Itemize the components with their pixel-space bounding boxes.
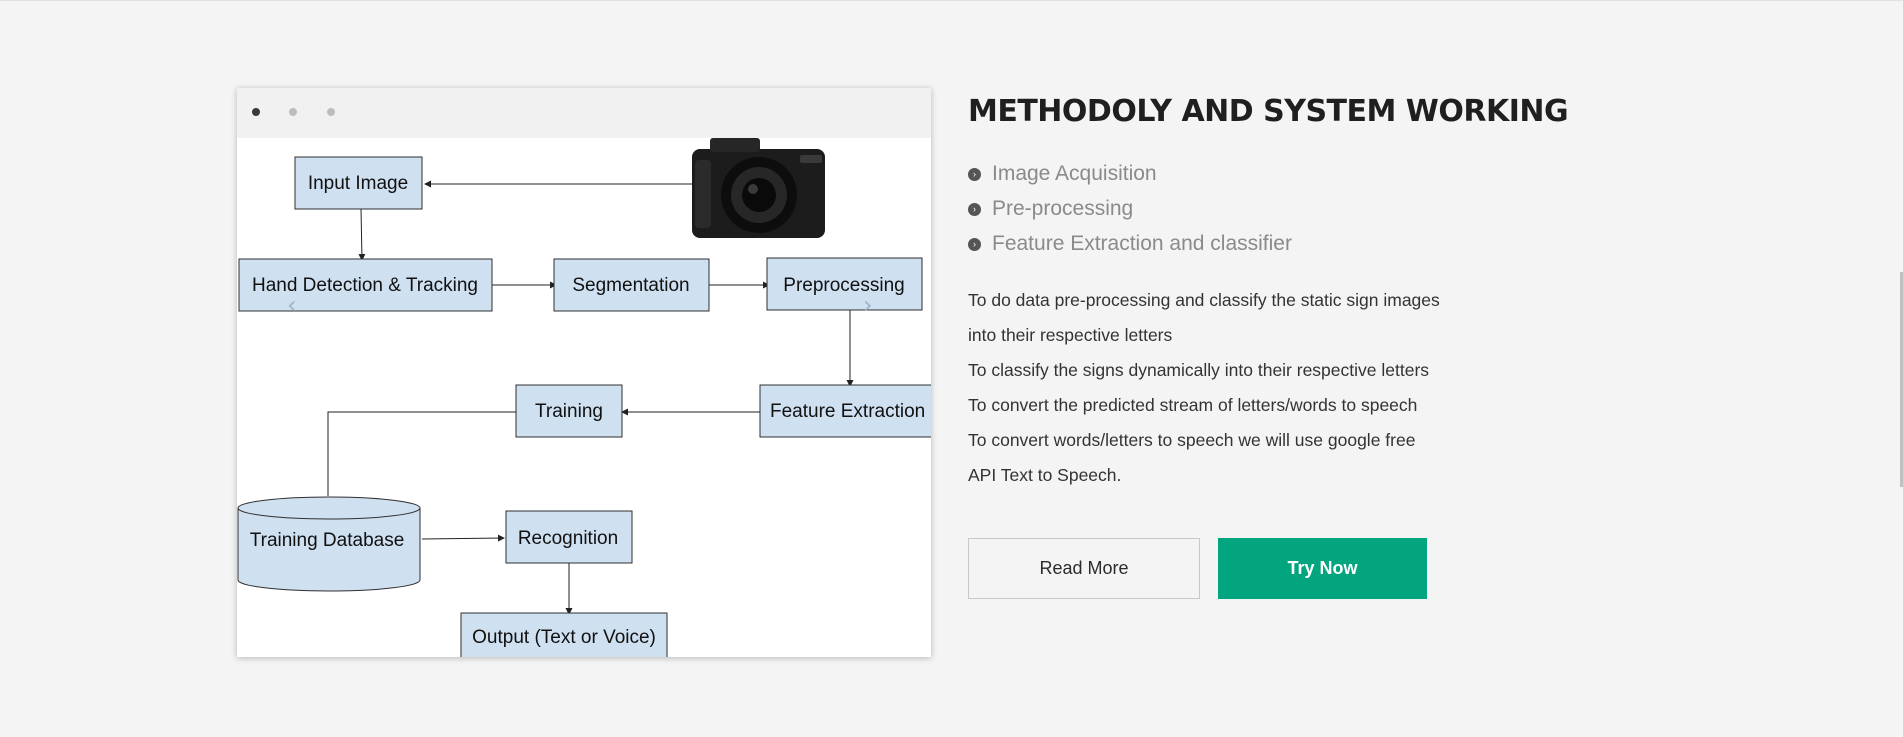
camera-image: [692, 138, 825, 238]
feature-label: Image Acquisition: [992, 161, 1157, 185]
svg-text:Hand Detection & Tracking: Hand Detection & Tracking: [252, 275, 478, 296]
node-training-database: Training Database: [237, 496, 421, 592]
feature-item: › Image Acquisition: [968, 156, 1292, 191]
node-input-image: Input Image: [294, 156, 423, 210]
description-line: To do data pre-processing and classify t…: [968, 290, 1440, 310]
description-line: API Text to Speech.: [968, 465, 1122, 485]
section-description: To do data pre-processing and classify t…: [968, 283, 1488, 493]
node-hand-detection: Hand Detection & Tracking: [238, 258, 493, 312]
circle-chevron-right-icon: ›: [968, 168, 981, 181]
slider-dot-1[interactable]: [252, 108, 260, 116]
svg-text:Training Database: Training Database: [250, 530, 405, 551]
slider-prev-arrow-icon[interactable]: ‹: [287, 293, 307, 317]
slider-next-arrow-icon[interactable]: ›: [863, 293, 883, 317]
node-feature-extraction: Feature Extraction: [759, 384, 931, 438]
system-flow-diagram: Input Image Hand Detection & Tracking Se…: [237, 138, 931, 657]
description-line: into their respective letters: [968, 325, 1173, 345]
node-output: Output (Text or Voice): [460, 612, 668, 657]
svg-text:Segmentation: Segmentation: [572, 275, 689, 296]
feature-list: › Image Acquisition › Pre-processing › F…: [968, 156, 1292, 261]
try-now-button[interactable]: Try Now: [1218, 538, 1427, 599]
circle-chevron-right-icon: ›: [968, 238, 981, 251]
slider-dot-2[interactable]: [289, 108, 297, 116]
circle-chevron-right-icon: ›: [968, 203, 981, 216]
description-line: To convert the predicted stream of lette…: [968, 395, 1418, 415]
image-slider[interactable]: Input Image Hand Detection & Tracking Se…: [237, 88, 931, 657]
svg-text:Recognition: Recognition: [518, 528, 618, 549]
node-preprocessing: Preprocessing: [766, 257, 923, 311]
node-training: Training: [515, 384, 623, 438]
feature-label: Pre-processing: [992, 196, 1134, 220]
slider-dot-3[interactable]: [327, 108, 335, 116]
node-segmentation: Segmentation: [553, 258, 710, 312]
svg-text:Training: Training: [535, 401, 603, 422]
slider-pagination-bar: [237, 88, 931, 138]
svg-text:Feature Extraction: Feature Extraction: [770, 401, 925, 422]
feature-item: › Feature Extraction and classifier: [968, 226, 1292, 261]
top-divider: [0, 0, 1903, 1]
svg-text:Preprocessing: Preprocessing: [783, 275, 904, 296]
feature-label: Feature Extraction and classifier: [992, 231, 1292, 255]
svg-text:Output (Text or Voice): Output (Text or Voice): [472, 627, 656, 648]
feature-item: › Pre-processing: [968, 191, 1292, 226]
description-line: To classify the signs dynamically into t…: [968, 360, 1430, 380]
description-line: To convert words/letters to speech we wi…: [968, 430, 1416, 450]
section-title: METHODOLY AND SYSTEM WORKING: [968, 94, 1569, 129]
node-recognition: Recognition: [505, 510, 633, 564]
svg-text:Input Image: Input Image: [308, 173, 408, 194]
read-more-button[interactable]: Read More: [968, 538, 1200, 599]
